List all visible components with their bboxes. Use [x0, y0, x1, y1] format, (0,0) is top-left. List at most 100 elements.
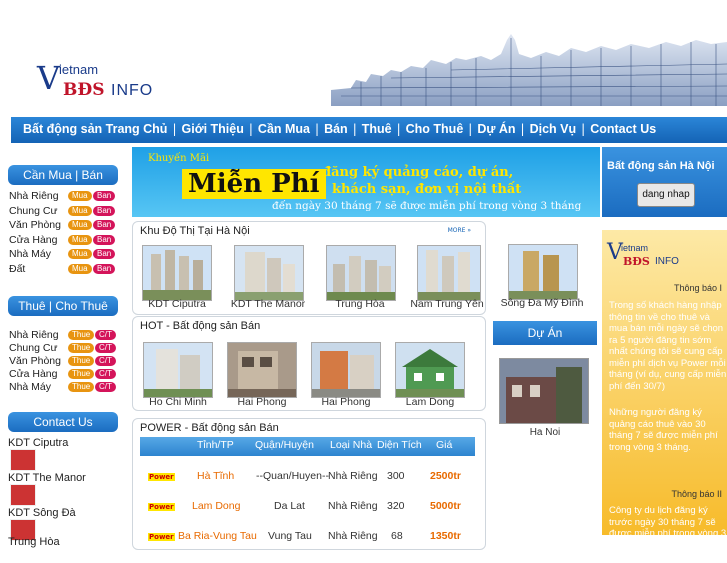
kdt-thumbnail[interactable]	[10, 484, 36, 506]
list-item[interactable]: KDT The Manor	[8, 472, 86, 506]
buy-badge[interactable]: Mua	[68, 205, 92, 216]
login-button[interactable]: dang nhap	[637, 183, 695, 207]
nav-separator: |	[315, 122, 320, 136]
nav-services[interactable]: Dịch Vụ	[530, 122, 577, 136]
category-label[interactable]: Chung Cư	[9, 342, 57, 354]
category-label[interactable]: Văn Phòng	[9, 219, 61, 231]
category-label[interactable]: Nhà Máy	[9, 381, 51, 393]
project-caption[interactable]: KDT The Manor	[226, 298, 310, 310]
nav-separator: |	[352, 122, 357, 136]
nav-projects[interactable]: Dự Án	[477, 122, 515, 136]
kdt-label[interactable]: KDT Sông Đà	[8, 507, 76, 519]
sell-badge[interactable]: Ban	[93, 263, 116, 274]
buy-badge[interactable]: Mua	[68, 234, 92, 245]
promo-label: Khuyến Mãi	[148, 153, 210, 164]
listing-photo[interactable]	[311, 342, 381, 398]
listing-photo[interactable]	[143, 342, 213, 398]
project-photo[interactable]	[508, 244, 578, 300]
project-caption[interactable]: KDT Ciputra	[144, 298, 210, 310]
buy-badge[interactable]: Mua	[68, 220, 92, 230]
list-item[interactable]: KDT Ciputra	[8, 437, 68, 471]
area-cell: 320	[387, 500, 405, 512]
list-item: Cửa Hàng Thue C/T	[8, 367, 118, 380]
category-label[interactable]: Cửa Hàng	[9, 368, 57, 380]
project-photo[interactable]	[417, 245, 481, 301]
nav-buy[interactable]: Cần Mua	[258, 122, 310, 136]
for-rent-badge[interactable]: C/T	[95, 343, 116, 353]
list-item: Chung Cư Mua Ban	[8, 204, 118, 219]
contact-heading[interactable]: Contact Us	[8, 412, 118, 432]
promo-banner[interactable]: Khuyến Mãi Miễn Phí đăng ký quảng cáo, d…	[132, 147, 600, 217]
projects-heading[interactable]: Dự Án	[493, 321, 597, 345]
buy-sell-heading[interactable]: Cần Mua | Bán	[8, 165, 118, 185]
category-label[interactable]: Nhà Riêng	[9, 329, 59, 341]
project-caption[interactable]: Nam Trung Yên	[409, 298, 485, 310]
project-photo[interactable]	[326, 245, 396, 301]
listing-caption[interactable]: Lam Dong	[395, 396, 465, 408]
listing-photo[interactable]	[227, 342, 297, 398]
province-cell[interactable]: Hà Tĩnh	[197, 470, 234, 482]
project-caption[interactable]: Trung Hòa	[326, 298, 394, 310]
category-label[interactable]: Văn Phòng	[9, 355, 61, 367]
type-cell: Nhà Riêng	[328, 500, 378, 512]
kdt-thumbnail[interactable]	[10, 449, 36, 471]
for-rent-badge[interactable]: C/T	[95, 369, 116, 379]
sell-badge[interactable]: Ban	[93, 220, 116, 230]
nav-contact[interactable]: Contact Us	[590, 122, 656, 136]
project-caption[interactable]: Ha Noi	[493, 427, 597, 438]
buy-badge[interactable]: Mua	[68, 263, 92, 274]
for-rent-badge[interactable]: C/T	[95, 330, 116, 340]
category-label[interactable]: Cửa Hàng	[9, 234, 57, 246]
login-box-title: Bất động sản Hà Nội	[607, 160, 715, 172]
table-row[interactable]: Power Ba Ria-Vung Tau Vung Tau Nhà Riêng…	[140, 521, 475, 551]
nav-for-rent[interactable]: Cho Thuê	[406, 122, 464, 136]
notice-title: Thông báo I	[673, 283, 722, 293]
rent-heading[interactable]: Thuê | Cho Thuê	[8, 296, 118, 316]
kdt-label[interactable]: KDT The Manor	[8, 472, 86, 484]
more-link[interactable]: MORE »	[448, 227, 471, 234]
list-item[interactable]: Trung Hòa	[8, 536, 60, 548]
for-rent-badge[interactable]: C/T	[95, 382, 116, 392]
listing-caption[interactable]: Hai Phong	[311, 396, 381, 408]
nav-rent[interactable]: Thuê	[362, 122, 392, 136]
for-rent-badge[interactable]: C/T	[95, 356, 116, 366]
price-cell: 1350tr	[430, 530, 461, 542]
logo-bds: BĐS	[63, 80, 105, 100]
nav-sell[interactable]: Bán	[324, 122, 348, 136]
rent-badge[interactable]: Thue	[68, 356, 95, 366]
sell-badge[interactable]: Ban	[93, 205, 116, 216]
category-label[interactable]: Đất	[9, 263, 25, 275]
listing-caption[interactable]: Hai Phong	[227, 396, 297, 408]
sell-badge[interactable]: Ban	[93, 249, 116, 259]
kdt-label[interactable]: KDT Ciputra	[8, 437, 68, 449]
nav-about[interactable]: Giới Thiệu	[182, 122, 244, 136]
buy-sell-box: Cần Mua | Bán Nhà Riêng Mua Ban Chung Cư Mu…	[8, 165, 118, 276]
buy-badge[interactable]: Mua	[68, 249, 92, 259]
rent-badge[interactable]: Thue	[68, 369, 95, 379]
province-cell[interactable]: Ba Ria-Vung Tau	[178, 530, 257, 542]
list-item: Cửa Hàng Mua Ban	[8, 233, 118, 248]
project-photo[interactable]	[499, 358, 589, 424]
sell-badge[interactable]: Ban	[93, 234, 116, 245]
category-label[interactable]: Nhà Riêng	[9, 190, 59, 202]
category-label[interactable]: Nhà Máy	[9, 248, 51, 260]
rent-badge[interactable]: Thue	[68, 382, 95, 392]
small-logo: V ietnam BĐS INFO	[607, 240, 691, 282]
listing-caption[interactable]: Ho Chi Minh	[143, 396, 213, 408]
table-row[interactable]: Power Lam Dong Da Lat Nhà Riêng 320 5000…	[140, 491, 475, 521]
sell-badge[interactable]: Ban	[93, 191, 116, 201]
project-photo[interactable]	[142, 245, 212, 301]
rent-badge[interactable]: Thue	[68, 330, 95, 340]
project-photo[interactable]	[234, 245, 304, 301]
category-label[interactable]: Chung Cư	[9, 205, 57, 217]
column-header: Quận/Huyện	[255, 439, 314, 451]
table-row[interactable]: Power Hà Tĩnh --Quan/Huyen-- Nhà Riêng 3…	[140, 461, 475, 491]
listing-photo[interactable]	[395, 342, 465, 398]
project-caption[interactable]: Sông Đa Mỹ Đình	[492, 297, 592, 309]
nav-home[interactable]: Bất động sản Trang Chủ	[23, 122, 167, 136]
rent-badge[interactable]: Thue	[68, 343, 95, 353]
site-logo[interactable]: V ietnam BĐS INFO	[37, 52, 197, 102]
province-cell[interactable]: Lam Dong	[192, 500, 240, 512]
kdt-label[interactable]: Trung Hòa	[8, 536, 60, 548]
buy-badge[interactable]: Mua	[68, 191, 92, 201]
